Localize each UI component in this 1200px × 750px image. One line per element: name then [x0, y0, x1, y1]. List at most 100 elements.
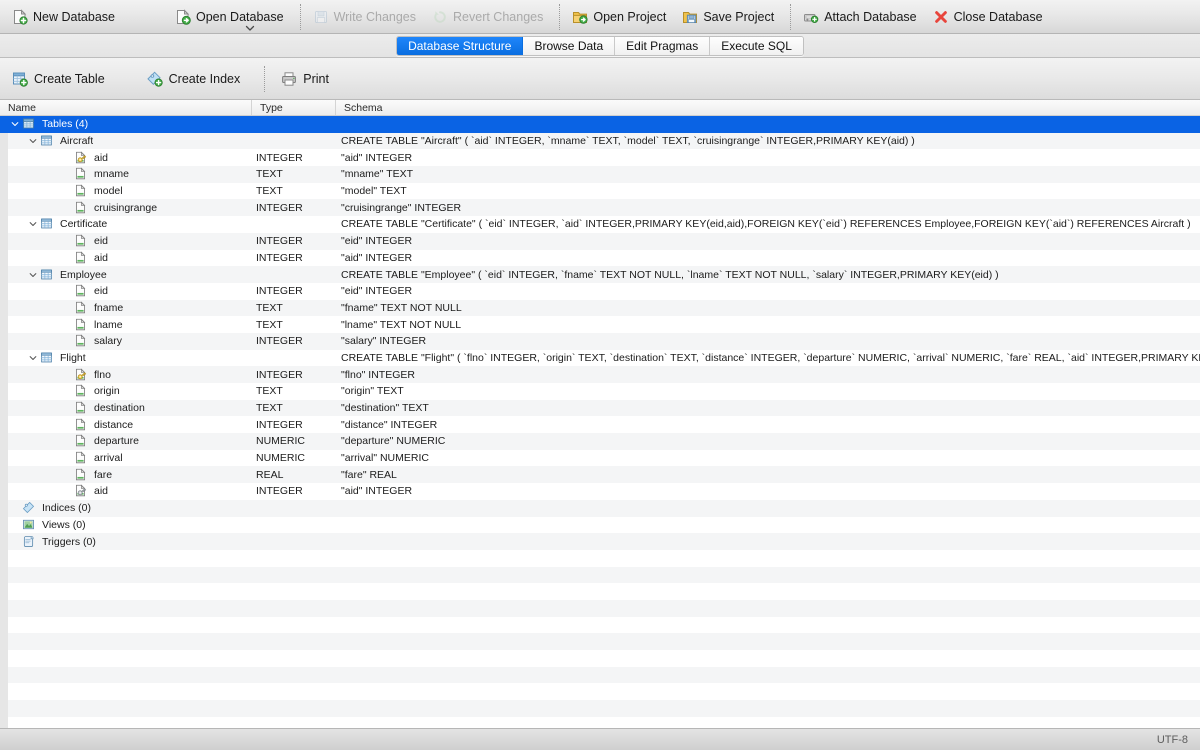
tree-cell-schema: "model" TEXT — [341, 185, 407, 198]
revert-changes-icon — [432, 9, 448, 25]
toolbar-save-project-button[interactable]: Save Project — [676, 2, 784, 32]
attach-database-icon — [803, 9, 819, 25]
subtoolbar-create-index-button[interactable]: Create Index — [143, 64, 255, 94]
tree-empty-row — [0, 583, 1200, 600]
field-icon — [74, 451, 90, 465]
tree-row[interactable]: aid INTEGER "aid" INTEGER — [0, 249, 1200, 267]
field-icon — [74, 201, 90, 215]
tree-item-label: destination — [94, 402, 145, 415]
toolbar-button-label: Open Project — [593, 9, 667, 24]
subtoolbar-print-button[interactable]: Print — [277, 64, 343, 94]
tree-gutter — [0, 416, 8, 434]
field-icon — [74, 401, 90, 415]
tree-cell-name: Flight — [8, 351, 252, 365]
tree-empty-row — [0, 650, 1200, 667]
tree-row[interactable]: cruisingrange INTEGER "cruisingrange" INTE… — [0, 199, 1200, 217]
toolbar-separator — [559, 3, 561, 30]
tree-row[interactable]: departure NUMERIC "departure" NUMERIC — [0, 433, 1200, 450]
toolbar-new-database-button[interactable]: New Database — [4, 2, 125, 32]
create-index-icon — [146, 71, 163, 87]
tree-empty-row — [0, 599, 1200, 617]
tree-cell-type: TEXT — [256, 185, 283, 198]
tree-row[interactable]: lname TEXT "lname" TEXT NOT NULL — [0, 316, 1200, 333]
tree-row[interactable]: Employee CREATE TABLE "Employee" ( `eid` … — [0, 266, 1200, 283]
chevron-down-icon[interactable] — [26, 351, 40, 365]
toolbar-open-database-button[interactable]: Open Database — [169, 2, 294, 32]
subtoolbar-button-label: Create Table — [34, 71, 105, 86]
tree-row[interactable]: aid INTEGER "aid" INTEGER — [0, 483, 1200, 500]
tab-edit-pragmas[interactable]: Edit Pragmas — [615, 36, 711, 55]
tree-row[interactable]: Aircraft CREATE TABLE "Aircraft" ( `aid` … — [0, 132, 1200, 150]
tree-row[interactable]: Certificate CREATE TABLE "Certificate" ( … — [0, 216, 1200, 233]
tree-twisty-spacer — [60, 151, 74, 165]
tree-row[interactable]: flno INTEGER "flno" INTEGER — [0, 366, 1200, 383]
tree-gutter — [0, 366, 8, 383]
tree-cell-name: Certificate — [8, 217, 252, 231]
tree-cell-name: aid — [8, 251, 252, 265]
tree-row[interactable]: Indices (0) — [0, 499, 1200, 517]
tree-gutter — [0, 316, 8, 333]
tree-gutter — [0, 650, 8, 667]
tree-cell-name: cruisingrange — [8, 201, 252, 215]
tree-cell-type: REAL — [256, 468, 284, 481]
encoding-label: UTF-8 — [1156, 733, 1188, 746]
tree-cell-schema: "aid" INTEGER — [341, 485, 413, 498]
tree-twisty-spacer — [60, 251, 74, 265]
tree-row[interactable]: fare REAL "fare" REAL — [0, 466, 1200, 484]
tree-row[interactable]: Views (0) — [0, 516, 1200, 534]
tree-row[interactable]: Triggers (0) — [0, 533, 1200, 550]
toolbar-revert-changes-button: Revert Changes — [426, 2, 553, 32]
tree-gutter — [0, 583, 8, 600]
tree-row[interactable]: model TEXT "model" TEXT — [0, 182, 1200, 200]
tree-cell-type: INTEGER — [256, 251, 303, 264]
open-database-icon — [175, 8, 191, 25]
tree-row[interactable]: mname TEXT "mname" TEXT — [0, 166, 1200, 183]
tree-gutter — [0, 449, 8, 467]
tree-row[interactable]: eid INTEGER "eid" INTEGER — [0, 282, 1200, 300]
toolbar-separator — [299, 3, 301, 30]
tab-database-structure[interactable]: Database Structure — [397, 36, 524, 55]
tree-row[interactable]: distance INTEGER "distance" INTEGER — [0, 416, 1200, 434]
tab-execute-sql[interactable]: Execute SQL — [710, 36, 803, 55]
tree-empty-row — [0, 666, 1200, 684]
field-icon — [74, 284, 90, 298]
chevron-down-icon[interactable] — [8, 117, 22, 131]
toolbar-close-database-button[interactable]: Close Database — [927, 2, 1053, 32]
field-icon — [74, 384, 90, 398]
tree-empty-row — [0, 716, 1200, 728]
toolbar-write-changes-button: Write Changes — [307, 2, 426, 32]
toolbar-open-project-button[interactable]: Open Project — [566, 2, 676, 32]
tree-cell-name: distance — [8, 418, 252, 432]
tree-row[interactable]: destination TEXT "destination" TEXT — [0, 399, 1200, 417]
column-header-schema[interactable]: Schema — [336, 100, 1200, 115]
toolbar-button-label: Close Database — [953, 9, 1043, 24]
tab-browse-data[interactable]: Browse Data — [523, 36, 616, 55]
column-header-type[interactable]: Type — [252, 100, 336, 115]
tree-cell-schema: "origin" TEXT — [341, 385, 404, 398]
field-icon — [74, 301, 90, 315]
chevron-down-icon[interactable] — [26, 134, 40, 148]
tree-row[interactable]: origin TEXT "origin" TEXT — [0, 383, 1200, 400]
chevron-down-icon[interactable] — [26, 268, 40, 282]
tree-row[interactable]: salary INTEGER "salary" INTEGER — [0, 332, 1200, 350]
toolbar-attach-database-button[interactable]: Attach Database — [797, 2, 926, 32]
tree-gutter — [0, 549, 8, 567]
tree-gutter — [0, 149, 8, 167]
tree-row[interactable]: fname TEXT "fname" TEXT NOT NULL — [0, 299, 1200, 317]
column-header-name[interactable]: Name — [0, 100, 252, 115]
tree-item-label: fname — [94, 301, 124, 314]
tree-row[interactable]: arrival NUMERIC "arrival" NUMERIC — [0, 449, 1200, 467]
tree-cell-name: Employee — [8, 268, 252, 282]
tree-item-label: salary — [94, 335, 123, 348]
toolbar-button-label: Open Database — [196, 9, 284, 24]
tree-row[interactable]: Tables (4) — [0, 116, 1200, 133]
tree-row[interactable]: Flight CREATE TABLE "Flight" ( `flno` INT… — [0, 349, 1200, 367]
tree-gutter — [0, 383, 8, 400]
chevron-down-icon[interactable] — [26, 217, 40, 231]
tree-row[interactable]: eid INTEGER "eid" INTEGER — [0, 232, 1200, 250]
tree-item-label: Views (0) — [42, 518, 86, 531]
subtoolbar-create-table-button[interactable]: Create Table — [8, 64, 119, 94]
open-database-dropdown-caret[interactable] — [244, 22, 256, 34]
database-structure-tree[interactable]: Tables (4) Aircraft CREATE TABLE "Aircraft… — [0, 116, 1200, 728]
tree-row[interactable]: aid INTEGER "aid" INTEGER — [0, 149, 1200, 167]
